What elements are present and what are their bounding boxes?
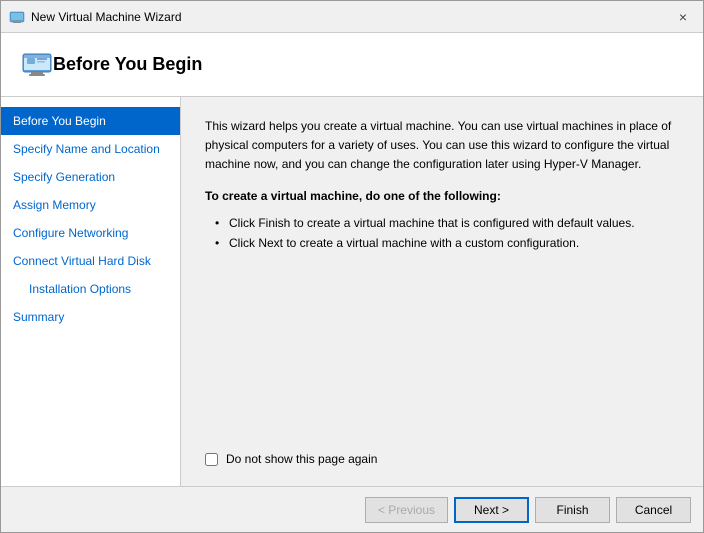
sidebar: Before You Begin Specify Name and Locati…	[1, 97, 181, 486]
wizard-window: New Virtual Machine Wizard × Before You …	[0, 0, 704, 533]
header-icon	[21, 49, 53, 81]
sidebar-item-specify-generation[interactable]: Specify Generation	[1, 163, 180, 191]
intro-paragraph: This wizard helps you create a virtual m…	[205, 117, 679, 175]
footer: < Previous Next > Finish Cancel	[1, 486, 703, 532]
window-icon	[9, 9, 25, 25]
previous-button[interactable]: < Previous	[365, 497, 448, 523]
bullet-item-1: Click Finish to create a virtual machine…	[215, 213, 679, 233]
sidebar-item-specify-name-and-location[interactable]: Specify Name and Location	[1, 135, 180, 163]
checkbox-area: Do not show this page again	[205, 436, 679, 466]
sidebar-item-configure-networking[interactable]: Configure Networking	[1, 219, 180, 247]
bullet-item-2: Click Next to create a virtual machine w…	[215, 233, 679, 253]
next-button[interactable]: Next >	[454, 497, 529, 523]
wizard-header: Before You Begin	[1, 33, 703, 97]
title-bar: New Virtual Machine Wizard ×	[1, 1, 703, 33]
sidebar-item-connect-virtual-hard-disk[interactable]: Connect Virtual Hard Disk	[1, 247, 180, 275]
main-content: Before You Begin Specify Name and Locati…	[1, 97, 703, 486]
subheading: To create a virtual machine, do one of t…	[205, 189, 679, 203]
bullet-list: Click Finish to create a virtual machine…	[205, 213, 679, 254]
content-area: This wizard helps you create a virtual m…	[181, 97, 703, 486]
sidebar-item-installation-options[interactable]: Installation Options	[1, 275, 180, 303]
header-title: Before You Begin	[53, 54, 202, 75]
cancel-button[interactable]: Cancel	[616, 497, 691, 523]
finish-button[interactable]: Finish	[535, 497, 610, 523]
checkbox-label[interactable]: Do not show this page again	[226, 452, 377, 466]
dont-show-checkbox[interactable]	[205, 453, 218, 466]
close-button[interactable]: ×	[671, 7, 695, 27]
title-bar-text: New Virtual Machine Wizard	[31, 10, 671, 24]
sidebar-item-assign-memory[interactable]: Assign Memory	[1, 191, 180, 219]
sidebar-item-summary[interactable]: Summary	[1, 303, 180, 331]
sidebar-item-before-you-begin[interactable]: Before You Begin	[1, 107, 180, 135]
